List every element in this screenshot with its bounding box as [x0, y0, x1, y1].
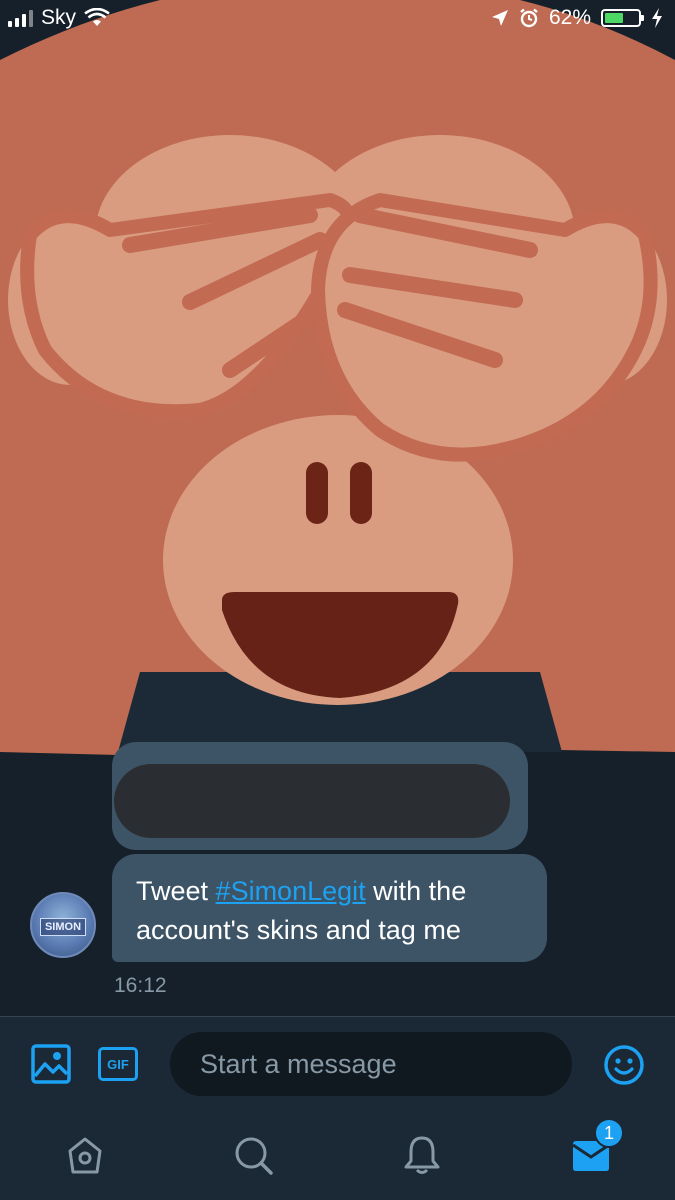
search-icon: [235, 1137, 273, 1175]
status-left: Sky: [8, 6, 110, 30]
message-prefix: Tweet: [136, 876, 216, 906]
tab-home[interactable]: [60, 1130, 110, 1180]
battery-fill: [605, 13, 624, 23]
battery-icon: [601, 9, 644, 27]
avatar-text: SIMON: [40, 918, 86, 936]
gif-icon: GIF: [98, 1047, 138, 1081]
tab-messages[interactable]: 1: [566, 1118, 624, 1180]
message-input[interactable]: [170, 1032, 572, 1096]
tab-notifications[interactable]: [397, 1130, 447, 1180]
gif-button[interactable]: GIF: [96, 1045, 140, 1083]
battery-percent: 62%: [548, 6, 591, 29]
alarm-icon: [520, 8, 538, 28]
image-icon: [31, 1044, 71, 1084]
image-button[interactable]: [30, 1043, 72, 1085]
monkey-nostril-right: [350, 462, 372, 524]
messages-badge: 1: [594, 1118, 624, 1148]
tab-bar: 1: [0, 1110, 675, 1200]
emoji-button[interactable]: [602, 1043, 646, 1087]
see-no-evil-monkey-image: [0, 0, 675, 755]
hashtag-link[interactable]: #SimonLegit: [216, 876, 366, 906]
tab-search[interactable]: [228, 1130, 278, 1180]
redaction-bar: [114, 764, 510, 838]
location-icon: [491, 10, 508, 26]
message-composer: GIF: [0, 1016, 675, 1110]
home-icon: [68, 1137, 102, 1174]
redacted-message-bubble: [112, 742, 528, 850]
message-bubble[interactable]: Tweet #SimonLegit with the account's ski…: [112, 854, 547, 962]
signal-strength-icon: [8, 9, 33, 27]
status-bar: Sky 62%: [0, 0, 675, 38]
conversation: SIMON Tweet #SimonLegit with the account…: [0, 740, 675, 1016]
emoji-icon: [604, 1045, 644, 1085]
notifications-icon: [404, 1136, 440, 1174]
message-timestamp: 16:12: [114, 974, 167, 997]
charging-icon: [652, 8, 662, 28]
monkey-nostril-left: [306, 462, 328, 524]
avatar[interactable]: SIMON: [30, 892, 96, 958]
status-right: 62%: [491, 6, 663, 30]
carrier-name: Sky: [41, 6, 77, 29]
wifi-icon: [84, 8, 110, 26]
